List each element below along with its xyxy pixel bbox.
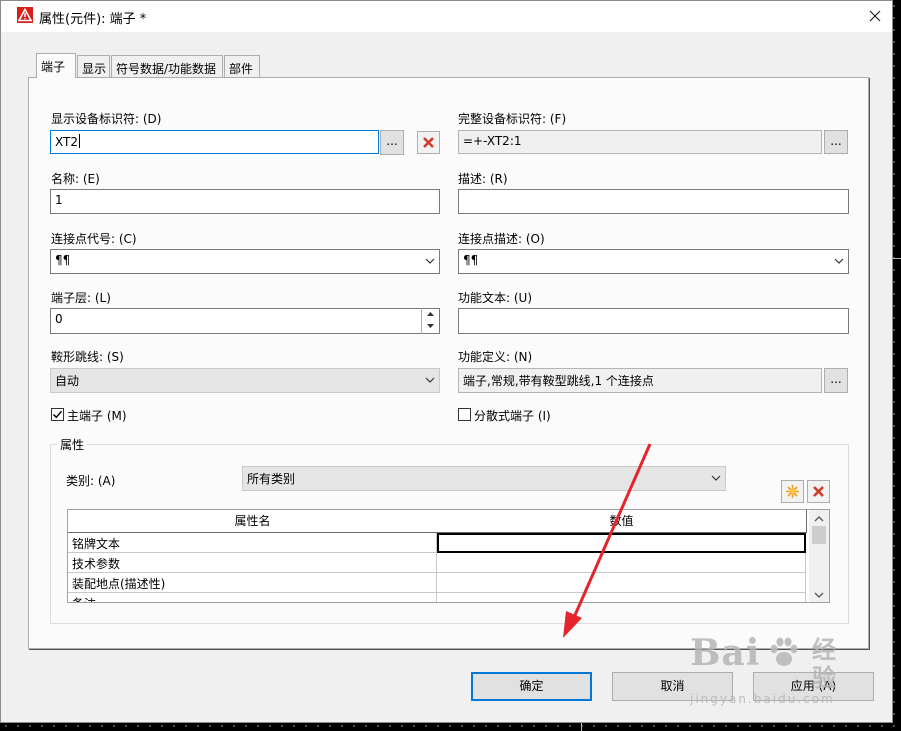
delete-icon [423, 137, 434, 148]
paw-icon [770, 637, 798, 666]
scrollbar-thumb[interactable] [812, 526, 826, 544]
function-def-label: 功能定义: (N) [458, 350, 533, 364]
table-row[interactable]: 装配地点(描述性) [68, 573, 806, 593]
table-row[interactable]: 技术参数 [68, 553, 806, 573]
full-dt-label: 完整设备标识符: (F) [458, 112, 567, 126]
spin-up-icon[interactable] [422, 308, 439, 320]
delete-icon [813, 486, 824, 497]
property-value-cell[interactable] [437, 553, 806, 573]
properties-grid: 属性名 数值 铭牌文本 技术参数 装配地点(描述性) 备注 [67, 509, 830, 603]
display-dt-label: 显示设备标识符: (D) [51, 112, 162, 126]
baidu-jingyan-watermark: Bai 经验 jingyan.baidu.com [690, 632, 836, 706]
column-header-property-name[interactable]: 属性名 [68, 510, 438, 533]
description-input[interactable] [458, 189, 849, 214]
connection-code-label: 连接点代号: (C) [51, 232, 137, 246]
property-name-cell: 铭牌文本 [68, 533, 437, 553]
saddle-jumper-label: 鞍形跳线: (S) [51, 350, 124, 364]
properties-scrollbar[interactable] [809, 510, 829, 602]
connection-desc-label: 连接点描述: (O) [458, 232, 545, 246]
main-terminal-label: 主端子 (M) [67, 409, 127, 423]
tab-parts[interactable]: 部件 [224, 55, 260, 77]
full-dt-browse-button[interactable]: ... [824, 130, 848, 154]
connection-code-combo[interactable]: ¶¶ [50, 249, 440, 274]
function-text-input[interactable] [458, 308, 849, 334]
distributed-terminal-checkbox[interactable] [458, 408, 471, 421]
tab-terminal[interactable]: 端子 [36, 53, 76, 78]
new-star-icon [786, 485, 799, 498]
terminal-level-input[interactable]: 0 [50, 308, 440, 334]
tab-display[interactable]: 显示 [77, 55, 110, 77]
function-text-label: 功能文本: (U) [458, 291, 533, 305]
table-row[interactable]: 铭牌文本 [68, 533, 806, 553]
category-label: 类别: (A) [66, 474, 116, 488]
category-combo[interactable]: 所有类别 [242, 466, 726, 491]
chevron-down-icon [711, 475, 721, 481]
main-terminal-checkbox[interactable] [51, 408, 64, 421]
terminal-level-label: 端子层: (L) [51, 291, 111, 305]
property-name-cell: 装配地点(描述性) [68, 573, 437, 593]
name-label: 名称: (E) [51, 172, 100, 186]
window-title: 属性(元件): 端子 * [39, 12, 147, 27]
display-dt-input[interactable]: XT2 [50, 130, 379, 154]
property-value-cell[interactable] [437, 533, 806, 553]
ok-button[interactable]: 确定 [471, 672, 592, 701]
display-dt-browse-button[interactable]: ... [380, 130, 404, 155]
display-dt-delete-button[interactable] [417, 131, 440, 154]
new-property-button[interactable] [781, 480, 804, 503]
property-name-cell: 技术参数 [68, 553, 437, 573]
description-label: 描述: (R) [458, 172, 508, 186]
checkmark-icon [53, 410, 63, 419]
spin-down-icon[interactable] [422, 320, 439, 332]
property-name-cell: 备注 [68, 593, 437, 602]
close-icon[interactable] [864, 5, 886, 27]
scroll-up-icon[interactable] [809, 512, 829, 526]
chevron-down-icon [425, 377, 435, 383]
table-row[interactable]: 备注 [68, 593, 806, 602]
scroll-down-icon[interactable] [809, 588, 829, 602]
property-value-cell[interactable] [437, 573, 806, 593]
property-value-cell[interactable] [437, 593, 806, 602]
connection-desc-combo[interactable]: ¶¶ [458, 249, 849, 274]
delete-property-button[interactable] [807, 480, 830, 503]
chevron-down-icon [425, 258, 435, 264]
properties-group-title: 属性 [57, 436, 88, 453]
terminal-level-spinner[interactable] [421, 308, 439, 334]
column-header-value[interactable]: 数值 [437, 510, 807, 533]
name-input[interactable]: 1 [50, 189, 440, 214]
full-dt-field[interactable]: =+-XT2:1 [458, 130, 822, 154]
distributed-terminal-label: 分散式端子 (I) [474, 409, 551, 423]
chevron-down-icon [834, 258, 844, 264]
function-def-browse-button[interactable]: ... [824, 368, 848, 393]
saddle-jumper-combo[interactable]: 自动 [50, 368, 440, 393]
eplan-app-icon [17, 7, 33, 23]
title-bar: 属性(元件): 端子 * [1, 1, 892, 32]
function-def-field[interactable]: 端子,常规,带有鞍型跳线,1 个连接点 [458, 368, 822, 393]
tab-symbol-function-data[interactable]: 符号数据/功能数据 [111, 55, 223, 77]
